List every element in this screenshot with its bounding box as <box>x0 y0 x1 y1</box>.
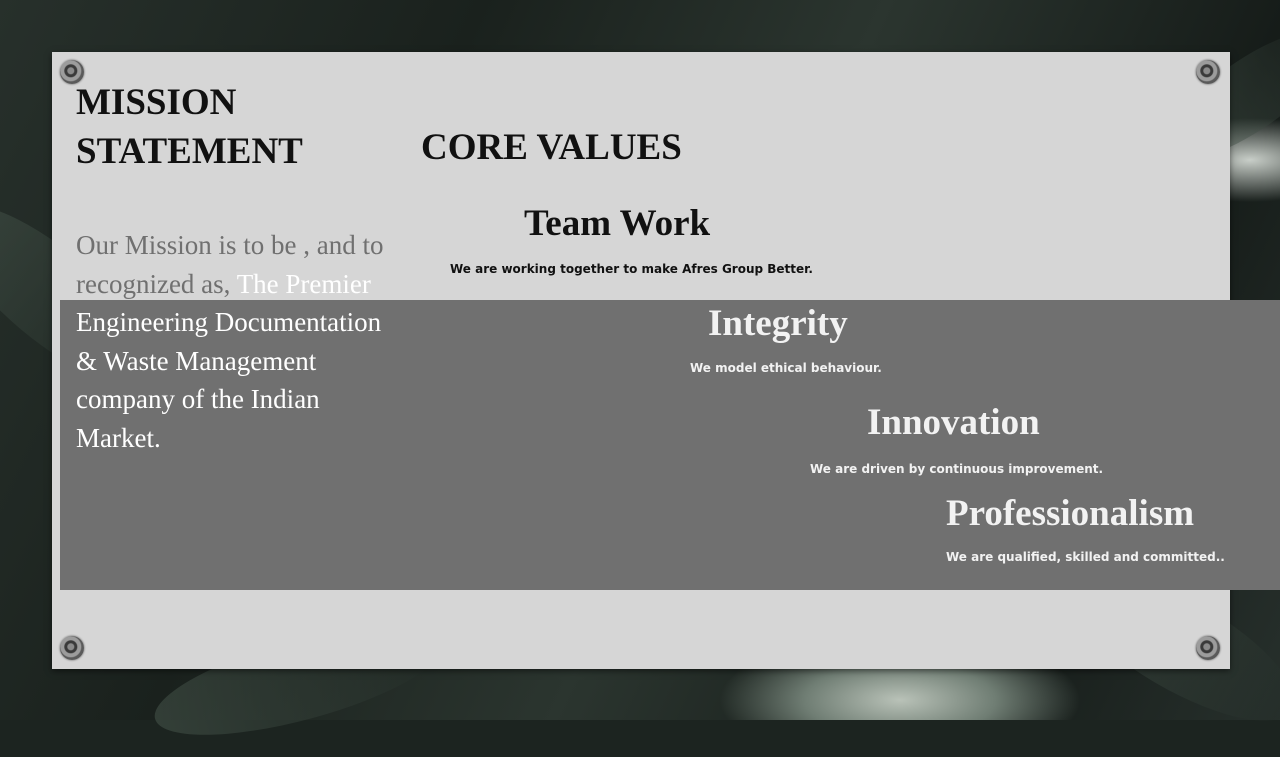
screw-icon <box>1196 636 1220 660</box>
core-values-heading: CORE VALUES <box>421 127 682 168</box>
screw-icon <box>1196 60 1220 84</box>
core-value-title: Innovation <box>867 402 1040 443</box>
screw-icon <box>60 636 84 660</box>
core-value-title: Professionalism <box>946 493 1195 534</box>
core-value-title: Team Work <box>524 203 711 244</box>
mission-statement-heading: MISSION STATEMENT <box>76 78 303 176</box>
mission-title-line1: MISSION <box>76 82 237 123</box>
mission-title-line2: STATEMENT <box>76 131 303 172</box>
core-value-description: We are driven by continuous improvement. <box>810 462 1104 476</box>
mission-statement-text: Our Mission is to be , and to recognized… <box>76 226 406 457</box>
core-value-description: We are qualified, skilled and committed.… <box>946 550 1225 564</box>
core-value-description: We are working together to make Afres Gr… <box>450 262 813 276</box>
core-value-title: Integrity <box>708 303 848 344</box>
core-value-description: We model ethical behaviour. <box>690 361 882 375</box>
